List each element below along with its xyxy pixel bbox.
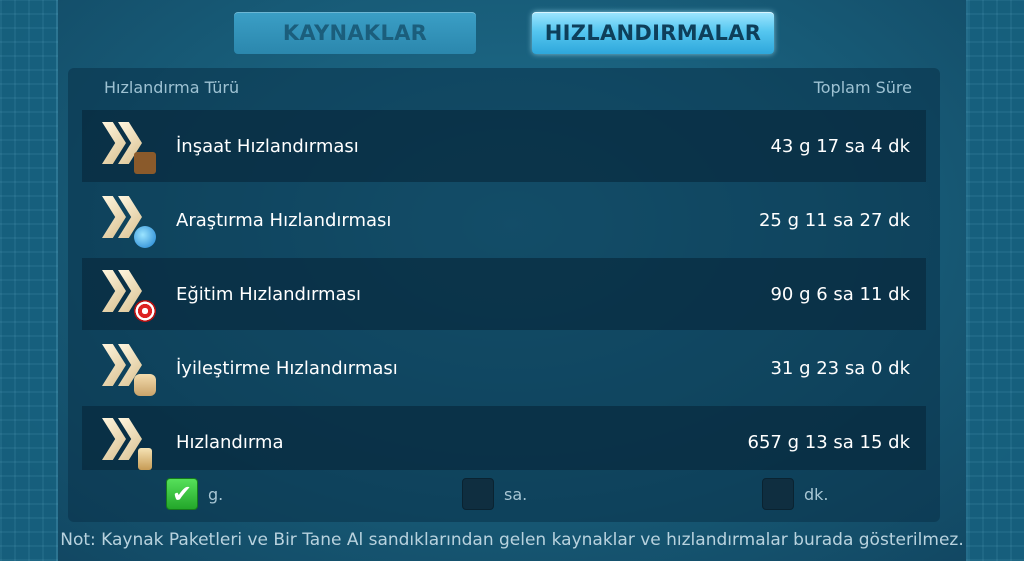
hours-checkbox[interactable] — [462, 478, 494, 510]
speedup-total: 657 g 13 sa 15 dk — [747, 431, 910, 453]
speedup-total: 25 g 11 sa 27 dk — [758, 209, 910, 231]
construction-speedup-icon — [100, 116, 160, 176]
days-checkbox[interactable]: ✔ — [166, 478, 198, 510]
tab-bar: KAYNAKLAR HIZLANDIRMALAR — [234, 12, 774, 56]
speedup-name: Eğitim Hızlandırması — [176, 283, 361, 305]
list-item: İnşaat Hızlandırması 43 g 17 sa 4 dk — [82, 110, 926, 182]
tab-resources[interactable]: KAYNAKLAR — [234, 12, 476, 54]
list-item: Eğitim Hızlandırması 90 g 6 sa 11 dk — [82, 258, 926, 330]
training-speedup-icon — [100, 264, 160, 324]
filter-days: ✔ g. — [166, 478, 223, 510]
speedup-name: İnşaat Hızlandırması — [176, 135, 359, 157]
speedup-name: Hızlandırma — [176, 431, 284, 453]
column-header-type: Hızlandırma Türü — [104, 78, 240, 97]
healing-speedup-icon — [100, 338, 160, 398]
speedup-total: 31 g 23 sa 0 dk — [770, 357, 910, 379]
minutes-checkbox[interactable] — [762, 478, 794, 510]
footnote: Not: Kaynak Paketleri ve Bir Tane Al san… — [60, 530, 964, 550]
list-item: Araştırma Hızlandırması 25 g 11 sa 27 dk — [82, 184, 926, 256]
research-speedup-icon — [100, 190, 160, 250]
list-item: Hızlandırma 657 g 13 sa 15 dk — [82, 406, 926, 470]
minutes-label: dk. — [804, 484, 829, 504]
decorative-border-left — [0, 0, 58, 561]
tab-speedups[interactable]: HIZLANDIRMALAR — [532, 12, 774, 54]
universal-speedup-icon — [100, 412, 160, 470]
speedup-total: 90 g 6 sa 11 dk — [770, 283, 910, 305]
column-header-total: Toplam Süre — [813, 78, 912, 97]
checkmark-icon: ✔ — [171, 480, 193, 508]
hours-label: sa. — [504, 484, 528, 504]
speedup-total: 43 g 17 sa 4 dk — [770, 135, 910, 157]
speedup-list[interactable]: İnşaat Hızlandırması 43 g 17 sa 4 dk Ara… — [82, 110, 926, 470]
filter-hours: sa. — [462, 478, 527, 510]
filter-minutes: dk. — [762, 478, 829, 510]
speedup-name: İyileştirme Hızlandırması — [176, 357, 398, 379]
days-label: g. — [208, 484, 224, 504]
list-item: İyileştirme Hızlandırması 31 g 23 sa 0 d… — [82, 332, 926, 404]
time-unit-filters: ✔ g. sa. dk. — [68, 476, 940, 516]
speedup-name: Araştırma Hızlandırması — [176, 209, 392, 231]
decorative-border-right — [966, 0, 1024, 561]
speedups-panel: Hızlandırma Türü Toplam Süre İnşaat Hızl… — [68, 68, 940, 522]
